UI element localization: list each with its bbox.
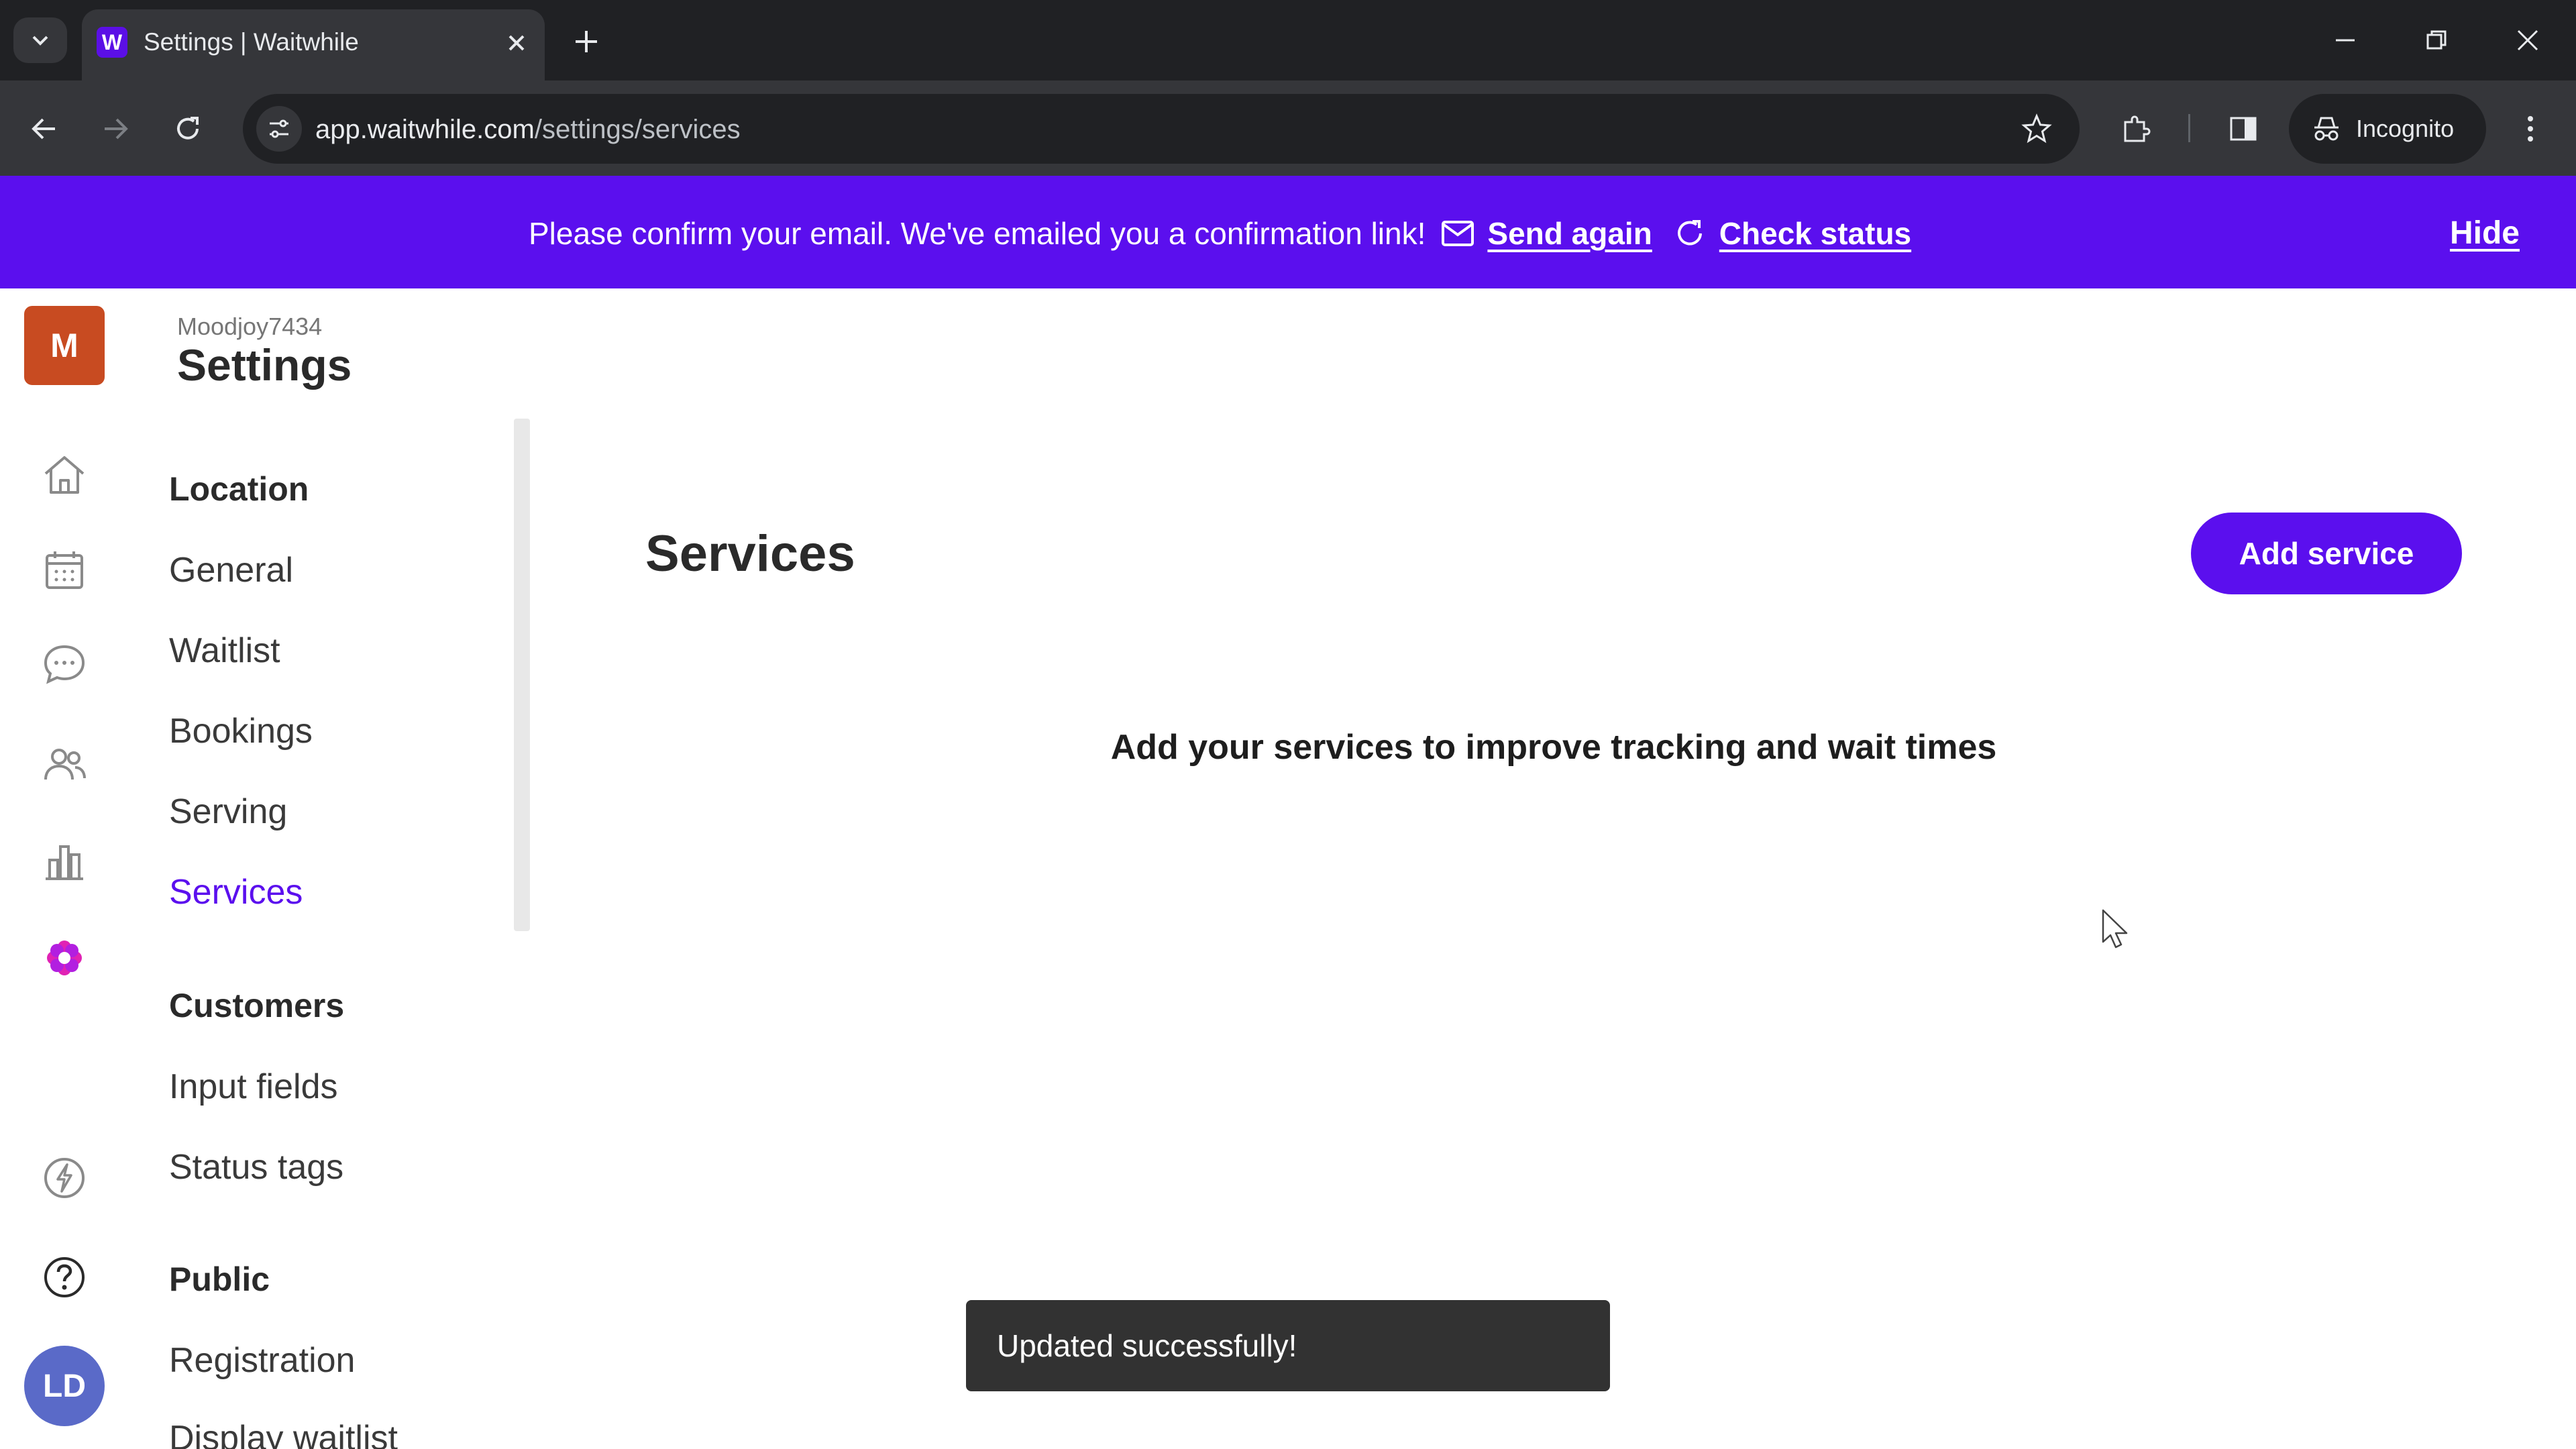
success-toast: Updated successfully!	[966, 1300, 1610, 1391]
minimize-icon	[2336, 39, 2355, 42]
page-title: Settings	[177, 340, 352, 390]
tab-title: Settings | Waitwhile	[144, 28, 359, 56]
browser-menu-button[interactable]	[2508, 106, 2553, 152]
menu-item-input-fields[interactable]: Input fields	[169, 1067, 338, 1107]
arrow-left-icon	[32, 118, 55, 140]
url-text[interactable]: app.waitwhile.com/settings/services	[315, 113, 741, 146]
mail-icon	[1439, 215, 1477, 252]
tab-close-button[interactable]	[503, 30, 530, 56]
star-icon	[2021, 113, 2052, 144]
calendar-icon	[46, 551, 83, 589]
help-icon	[44, 1257, 85, 1297]
plus-icon	[576, 31, 597, 52]
nav-calendar[interactable]	[38, 543, 91, 597]
new-tab-button[interactable]	[568, 23, 605, 60]
menu-item-general[interactable]: General	[169, 550, 293, 590]
menu-heading-location: Location	[169, 470, 309, 508]
tab-search-button[interactable]	[13, 17, 67, 63]
url-path: /settings/services	[534, 115, 741, 144]
extensions-button[interactable]	[2113, 106, 2159, 152]
send-again-link[interactable]: Send again	[1487, 215, 1652, 252]
org-name: Moodjoy7434	[177, 313, 323, 340]
nav-home[interactable]	[38, 448, 91, 502]
puzzle-icon	[2124, 115, 2151, 142]
check-status-link[interactable]: Check status	[1719, 215, 1911, 252]
site-info-button[interactable]	[256, 106, 302, 152]
settings-flower-icon	[47, 941, 82, 975]
toast-message: Updated successfully!	[997, 1328, 1297, 1363]
restore-button[interactable]	[2416, 20, 2457, 60]
services-heading: Services	[645, 525, 855, 582]
restore-icon	[2426, 30, 2447, 50]
menu-item-display-waitlist[interactable]: Display waitlist	[169, 1418, 398, 1449]
back-button[interactable]	[21, 106, 67, 152]
reload-button[interactable]	[165, 106, 211, 152]
menu-item-waitlist[interactable]: Waitlist	[169, 631, 280, 671]
minimize-button[interactable]	[2325, 20, 2365, 60]
tune-icon	[270, 119, 288, 138]
org-badge[interactable]: M	[24, 306, 105, 385]
reload-icon	[177, 117, 199, 140]
nav-integrations[interactable]	[38, 1151, 91, 1205]
lightning-icon	[44, 1158, 85, 1198]
close-icon	[508, 35, 525, 51]
waitwhile-favicon-icon: W	[97, 27, 127, 58]
nav-customers[interactable]	[38, 738, 91, 792]
hide-banner-link[interactable]: Hide	[2450, 213, 2520, 254]
menu-item-registration[interactable]: Registration	[169, 1340, 355, 1381]
refresh-icon	[1671, 215, 1709, 252]
browser-tab-strip: W Settings | Waitwhile	[0, 0, 2576, 80]
chevron-down-icon	[32, 36, 48, 46]
home-icon	[44, 456, 85, 494]
incognito-icon	[2314, 117, 2339, 141]
add-service-button[interactable]: Add service	[2191, 513, 2462, 594]
nav-messages[interactable]	[38, 637, 91, 691]
menu-item-serving[interactable]: Serving	[169, 792, 287, 832]
close-icon	[2517, 30, 2538, 51]
chat-icon	[44, 645, 85, 684]
bookmark-button[interactable]	[2014, 106, 2059, 152]
nav-help[interactable]	[38, 1250, 91, 1304]
address-bar[interactable]: app.waitwhile.com/settings/services	[243, 94, 2080, 164]
incognito-indicator[interactable]: Incognito	[2289, 94, 2486, 164]
mouse-cursor-icon	[2102, 909, 2128, 949]
user-avatar[interactable]: LD	[24, 1346, 105, 1426]
close-window-button[interactable]	[2508, 20, 2548, 60]
users-icon	[44, 749, 86, 780]
url-host: app.waitwhile.com	[315, 115, 535, 144]
toolbar-divider	[2188, 114, 2190, 142]
nav-settings[interactable]	[38, 931, 91, 985]
side-panel-icon	[2230, 117, 2257, 141]
forward-button[interactable]	[93, 106, 138, 152]
more-vert-icon	[2528, 116, 2533, 142]
email-confirmation-banner: Please confirm your email. We've emailed…	[0, 176, 2576, 288]
menu-heading-public: Public	[169, 1260, 270, 1298]
incognito-label: Incognito	[2356, 115, 2455, 142]
browser-toolbar: app.waitwhile.com/settings/services Inco…	[0, 80, 2576, 176]
menu-item-bookings[interactable]: Bookings	[169, 711, 313, 751]
menu-item-status-tags[interactable]: Status tags	[169, 1147, 343, 1187]
menu-item-services[interactable]: Services	[169, 872, 303, 912]
arrow-right-icon	[105, 118, 128, 140]
banner-message: Please confirm your email. We've emailed…	[529, 216, 1426, 251]
menu-scrollbar[interactable]	[514, 419, 530, 931]
menu-heading-customers: Customers	[169, 987, 345, 1024]
nav-analytics[interactable]	[38, 835, 91, 888]
browser-tab-active[interactable]: W Settings | Waitwhile	[82, 9, 545, 80]
side-panel-button[interactable]	[2220, 106, 2266, 152]
analytics-icon	[46, 845, 83, 880]
empty-state-message: Add your services to improve tracking an…	[1110, 728, 1997, 767]
banner-content: Please confirm your email. We've emailed…	[529, 213, 1911, 254]
